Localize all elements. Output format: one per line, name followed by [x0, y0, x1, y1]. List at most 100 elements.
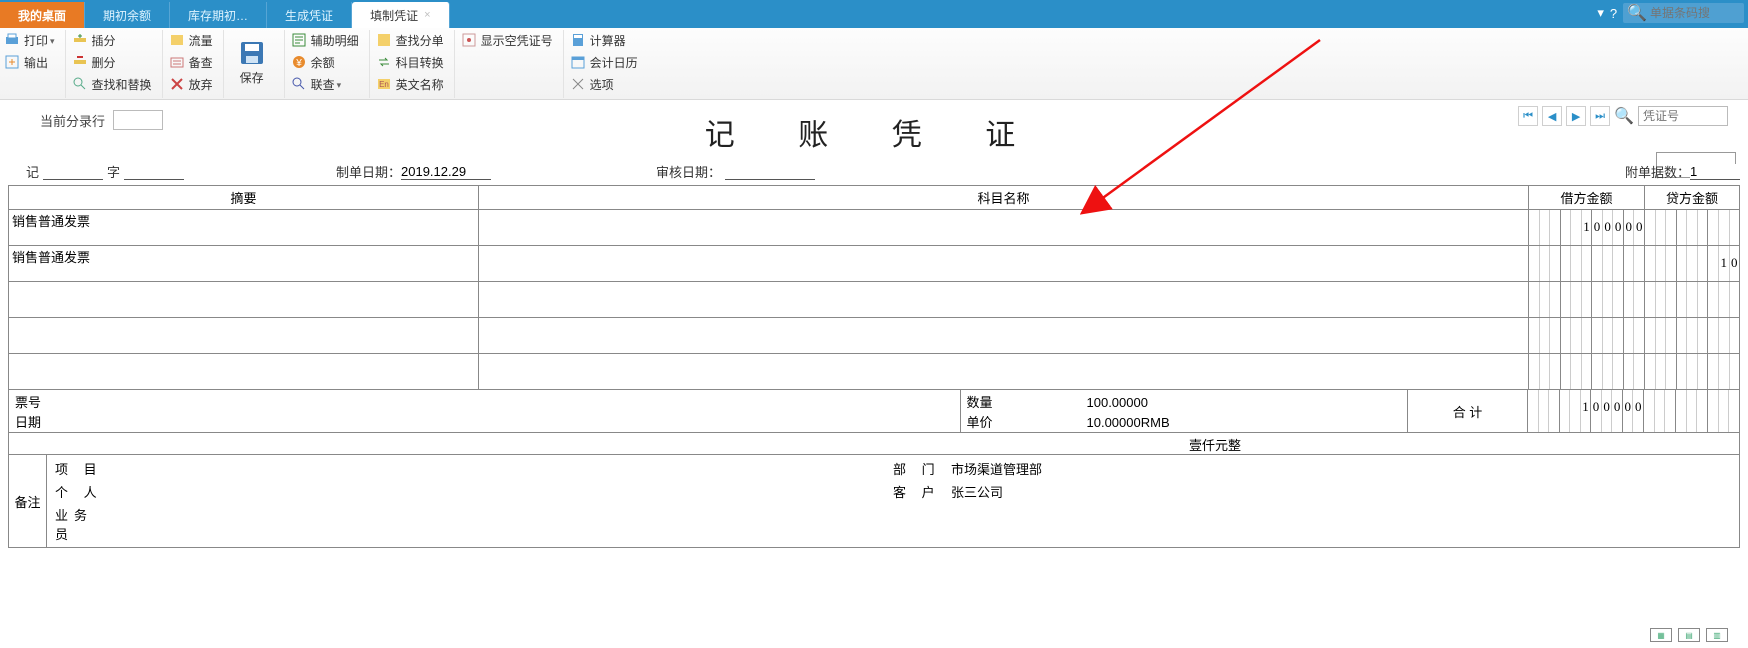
attachment-count-input[interactable] — [1690, 164, 1740, 180]
cell-debit[interactable] — [1529, 318, 1645, 354]
table-row[interactable] — [9, 282, 1740, 318]
aux-detail-button[interactable]: 辅助明细 — [291, 30, 359, 50]
flow-button[interactable]: 流量 — [169, 30, 213, 50]
calculator-icon — [570, 32, 586, 48]
cell-debit[interactable]: 100000 — [1529, 210, 1645, 246]
cell-credit[interactable] — [1645, 354, 1740, 390]
ribbon: 打印 输出 插分 删分 查找和替换 流量 备查 放弃 保存 辅助明细 ¥余额 联… — [0, 28, 1748, 100]
transfer-icon — [376, 54, 392, 70]
print-button[interactable]: 打印 — [4, 30, 55, 50]
table-row[interactable]: 销售普通发票 100000 — [9, 210, 1740, 246]
find-replace-icon — [72, 76, 88, 92]
discard-button[interactable]: 放弃 — [169, 74, 213, 94]
cell-subject[interactable] — [479, 246, 1529, 282]
tab-fill-voucher[interactable]: 填制凭证× — [352, 2, 449, 28]
printer-icon — [4, 32, 20, 48]
col-subject: 科目名称 — [479, 186, 1529, 210]
cell-summary[interactable]: 销售普通发票 — [9, 246, 479, 282]
subject-transfer-button[interactable]: 科目转换 — [376, 52, 444, 72]
attachment-count-label: 附单据数： — [1625, 162, 1690, 181]
search-icon: 🔍 — [1627, 3, 1647, 23]
english-icon: En — [376, 76, 392, 92]
delete-entry-button[interactable]: 删分 — [72, 52, 152, 72]
view-mode-2-icon[interactable]: ▤ — [1678, 628, 1700, 642]
cell-summary[interactable]: 销售普通发票 — [9, 210, 479, 246]
link-lookup-icon — [291, 76, 307, 92]
top-search-input[interactable] — [1650, 6, 1740, 20]
cell-summary[interactable] — [9, 282, 479, 318]
save-icon — [238, 39, 266, 67]
insert-row-icon — [72, 32, 88, 48]
table-row[interactable] — [9, 354, 1740, 390]
save-button[interactable]: 保存 — [230, 30, 274, 94]
col-credit: 贷方金额 — [1645, 186, 1740, 210]
cell-subject[interactable] — [479, 282, 1529, 318]
tab-inventory-opening[interactable]: 库存期初… — [170, 2, 267, 28]
find-replace-button[interactable]: 查找和替换 — [72, 74, 152, 94]
date-label: 日期 — [15, 415, 41, 430]
lookup-button[interactable]: 联查 — [291, 74, 359, 94]
cell-debit[interactable] — [1529, 282, 1645, 318]
english-name-button[interactable]: En英文名称 — [376, 74, 444, 94]
make-date-label: 制单日期： — [336, 162, 401, 181]
help-icon[interactable]: ? — [1610, 6, 1617, 21]
insert-entry-button[interactable]: 插分 — [72, 30, 152, 50]
sum-chinese: 壹仟元整 — [8, 433, 1740, 455]
backup-button[interactable]: 备查 — [169, 52, 213, 72]
output-button[interactable]: 输出 — [4, 52, 55, 72]
cell-debit[interactable] — [1529, 354, 1645, 390]
tab-generate-voucher[interactable]: 生成凭证 — [267, 2, 352, 28]
export-icon — [4, 54, 20, 70]
svg-text:¥: ¥ — [295, 58, 302, 69]
cell-credit[interactable] — [1645, 210, 1740, 246]
footer-view-icons: ▦ ▤ ▥ — [1650, 628, 1728, 642]
voucher-header: 记 字 制单日期： 审核日期： 附单据数： — [8, 160, 1740, 185]
tab-bar: 我的桌面 期初余额 库存期初… 生成凭证 填制凭证× ▾ ? 🔍 — [0, 0, 1748, 28]
detail-icon — [291, 32, 307, 48]
top-search[interactable]: 🔍 — [1623, 3, 1744, 23]
view-mode-1-icon[interactable]: ▦ — [1650, 628, 1672, 642]
sum-label: 合 计 — [1408, 390, 1528, 432]
options-button[interactable]: 选项 — [570, 74, 638, 94]
find-split-button[interactable]: 查找分单 — [376, 30, 444, 50]
cell-subject[interactable] — [479, 318, 1529, 354]
discard-icon — [169, 76, 185, 92]
calendar-icon — [570, 54, 586, 70]
tab-home[interactable]: 我的桌面 — [0, 2, 85, 28]
voucher-meta: 票号 日期 数量100.00000 单价10.00000RMB 合 计 1000… — [8, 390, 1740, 433]
calculator-button[interactable]: 计算器 — [570, 30, 638, 50]
voucher-grid: 摘要 科目名称 借方金额 贷方金额 销售普通发票100000销售普通发票10 — [8, 185, 1740, 390]
customer-value: 张三公司 — [951, 482, 1003, 501]
cell-subject[interactable] — [479, 354, 1529, 390]
cell-credit[interactable] — [1645, 318, 1740, 354]
cell-summary[interactable] — [9, 318, 479, 354]
price-value: 10.00000RMB — [1087, 415, 1170, 430]
table-row[interactable] — [9, 318, 1740, 354]
col-debit: 借方金额 — [1529, 186, 1645, 210]
voucher-notes: 备注 项 目 部 门市场渠道管理部 个 人 客 户张三公司 业务员 — [8, 455, 1740, 548]
cell-credit[interactable]: 10 — [1645, 246, 1740, 282]
voucher-title: 记 账 凭 证 — [8, 110, 1740, 154]
options-icon — [570, 76, 586, 92]
make-date-input[interactable] — [401, 164, 491, 180]
cell-subject[interactable] — [479, 210, 1529, 246]
cell-debit[interactable] — [1529, 246, 1645, 282]
balance-icon: ¥ — [291, 54, 307, 70]
show-empty-voucher-button[interactable]: 显示空凭证号 — [461, 30, 553, 50]
cell-summary[interactable] — [9, 354, 479, 390]
cell-credit[interactable] — [1645, 282, 1740, 318]
price-label: 单价 — [967, 412, 1087, 431]
view-mode-3-icon[interactable]: ▥ — [1706, 628, 1728, 642]
qty-label: 数量 — [967, 392, 1087, 411]
dropdown-icon[interactable]: ▾ — [1597, 5, 1604, 21]
billno-label: 票号 — [15, 395, 41, 410]
empty-voucher-icon — [461, 32, 477, 48]
accounting-calendar-button[interactable]: 会计日历 — [570, 52, 638, 72]
tab-opening-balance[interactable]: 期初余额 — [85, 2, 170, 28]
balance-button[interactable]: ¥余额 — [291, 52, 359, 72]
dept-value: 市场渠道管理部 — [951, 459, 1042, 478]
backup-icon — [169, 54, 185, 70]
close-icon[interactable]: × — [424, 9, 430, 21]
notes-label: 备注 — [9, 455, 47, 547]
table-row[interactable]: 销售普通发票 10 — [9, 246, 1740, 282]
